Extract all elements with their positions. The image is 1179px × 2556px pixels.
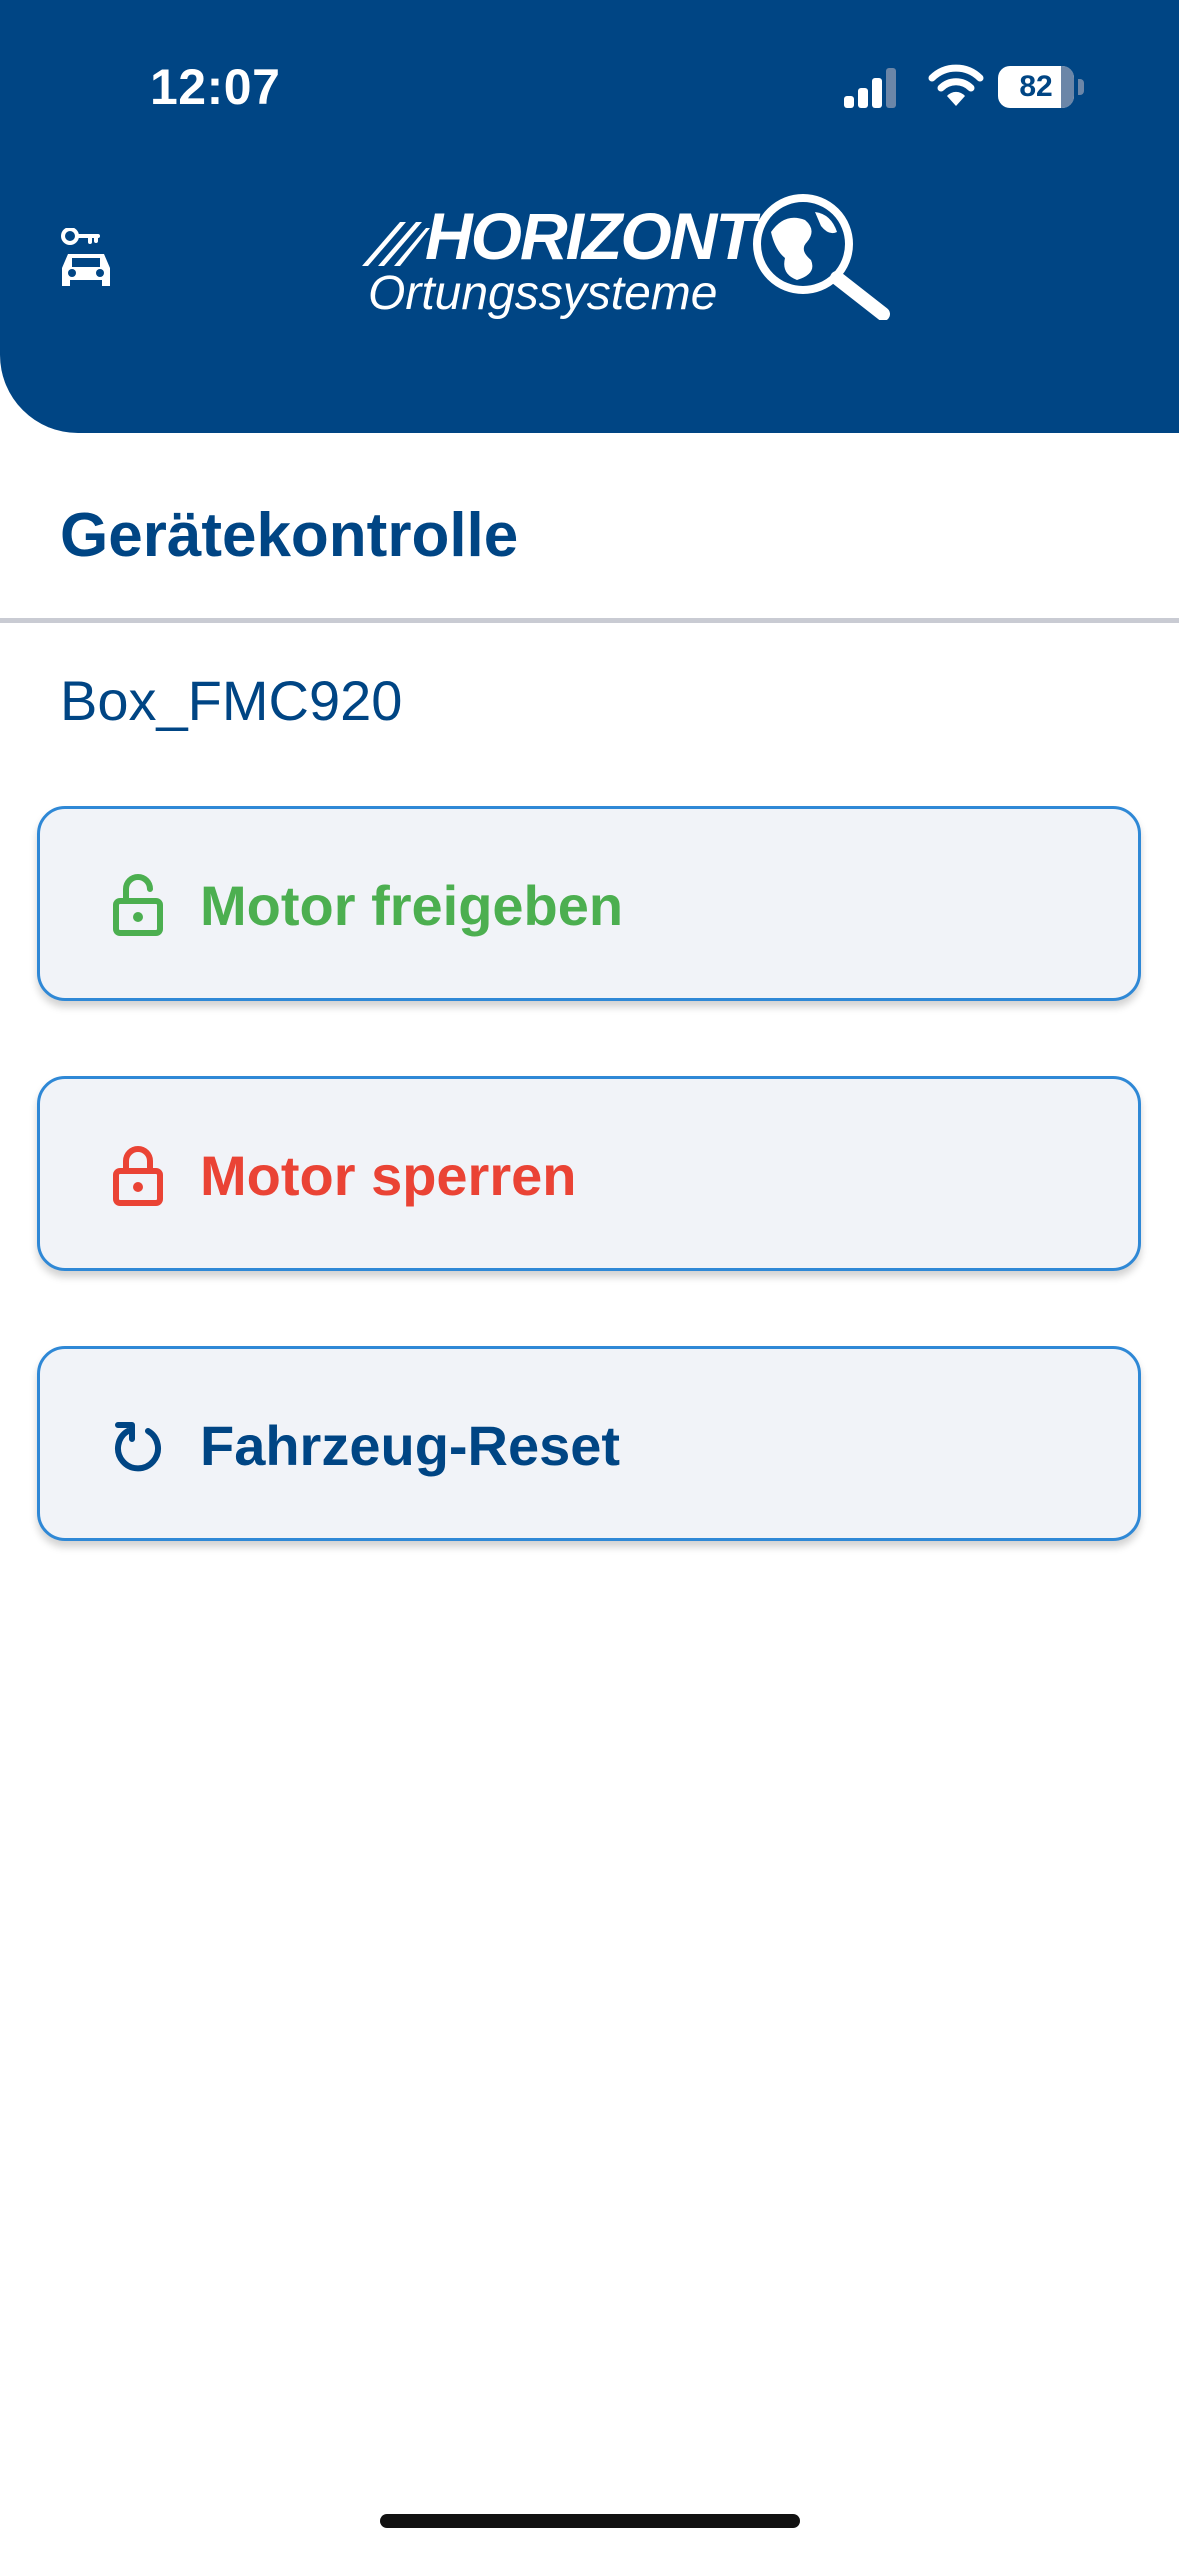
motor-release-label: Motor freigeben bbox=[200, 874, 624, 937]
lock-icon bbox=[113, 1146, 163, 1206]
battery-level: 82 bbox=[1019, 70, 1053, 103]
cellular-signal-icon bbox=[844, 68, 896, 108]
home-indicator[interactable] bbox=[380, 2514, 800, 2528]
battery-indicator: 82 bbox=[998, 66, 1074, 108]
battery-empty-segment bbox=[1061, 66, 1074, 108]
logo-subtitle-text: Ortungssysteme bbox=[368, 267, 718, 320]
vehicle-reset-button[interactable]: Fahrzeug-Reset bbox=[37, 1346, 1141, 1541]
globe-magnifier-icon bbox=[753, 194, 890, 320]
status-time: 12:07 bbox=[150, 59, 281, 115]
device-name: Box_FMC920 bbox=[60, 669, 403, 732]
reset-icon bbox=[115, 1422, 161, 1472]
title-divider bbox=[0, 618, 1179, 623]
horizont-logo: HORIZONT Ortungssysteme bbox=[360, 190, 900, 330]
vehicle-reset-label: Fahrzeug-Reset bbox=[200, 1414, 621, 1477]
app-header: 12:07 82 HORIZONT Ortungssysteme bbox=[0, 0, 1179, 433]
logo-speed-lines bbox=[362, 222, 430, 266]
unlock-icon bbox=[113, 874, 163, 936]
wifi-icon bbox=[928, 64, 984, 106]
car-key-icon[interactable] bbox=[58, 228, 114, 292]
motor-release-button[interactable]: Motor freigeben bbox=[37, 806, 1141, 1001]
logo-brand-text: HORIZONT bbox=[425, 199, 756, 273]
battery-nub bbox=[1078, 79, 1084, 95]
motor-lock-label: Motor sperren bbox=[200, 1144, 577, 1207]
motor-lock-button[interactable]: Motor sperren bbox=[37, 1076, 1141, 1271]
page-title: Gerätekontrolle bbox=[60, 501, 519, 570]
